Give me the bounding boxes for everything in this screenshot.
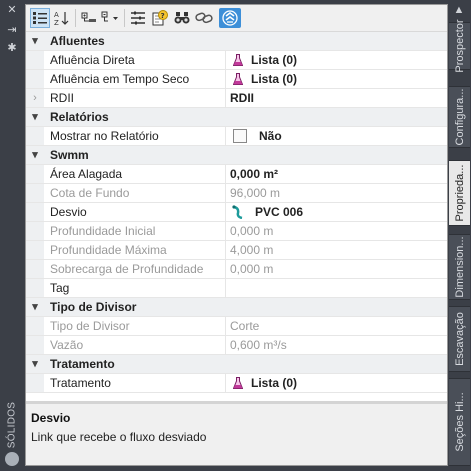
property-name: Tipo de Divisor — [50, 319, 130, 333]
property-value: 0,600 m³/s — [225, 336, 447, 354]
chevron-down-icon[interactable]: ▾ — [26, 146, 44, 164]
binoculars-icon[interactable] — [172, 8, 192, 28]
property-value[interactable]: 0,000 m² — [225, 165, 447, 183]
category-label: Tratamento — [50, 357, 115, 371]
pipe-link-icon — [232, 205, 243, 219]
collapse-all-icon[interactable] — [100, 8, 120, 28]
checkbox[interactable] — [233, 129, 247, 143]
property-row: Profundidade Máxima 4,000 m — [26, 241, 447, 260]
scroll-up-icon[interactable]: ▲ — [452, 4, 466, 16]
svg-text:Z: Z — [54, 19, 59, 26]
property-value: 4,000 m — [225, 241, 447, 259]
property-row: Vazão 0,600 m³/s — [26, 336, 447, 355]
alphabetical-sort-icon[interactable]: AZ — [52, 8, 72, 28]
chevron-down-icon[interactable]: ▾ — [26, 32, 44, 50]
property-name: Profundidade Inicial — [50, 224, 156, 238]
description-panel: Desvio Link que recebe o fluxo desviado — [26, 404, 447, 465]
pin-icon[interactable]: ⇥ — [4, 24, 20, 36]
tab-secoes[interactable]: Seções Hi... — [449, 378, 470, 466]
property-row[interactable]: Desvio PVC 006 — [26, 203, 447, 222]
property-value: 96,000 m — [225, 184, 447, 202]
property-value[interactable]: Lista (0) — [225, 51, 447, 69]
property-row[interactable]: Mostrar no Relatório Não — [26, 127, 447, 146]
property-name: Sobrecarga de Profundidade — [50, 262, 204, 276]
category-afluentes[interactable]: ▾ Afluentes — [26, 32, 447, 51]
category-label: Swmm — [50, 148, 89, 162]
property-list-icon[interactable] — [128, 8, 148, 28]
property-value[interactable]: RDII — [225, 89, 447, 107]
property-grid: ▾ Afluentes Afluência Direta Lista (0) A… — [26, 32, 447, 400]
tab-configuracoes[interactable]: Configura... — [449, 86, 470, 148]
description-text: Link que recebe o fluxo desviado — [31, 430, 207, 444]
svg-text:A: A — [54, 11, 59, 19]
categorized-icon[interactable] — [30, 8, 50, 28]
property-name: Tag — [50, 281, 70, 295]
close-icon[interactable]: ✕ — [4, 4, 20, 16]
property-row[interactable]: Área Alagada 0,000 m² — [26, 165, 447, 184]
property-name: Desvio — [50, 205, 87, 219]
category-swmm[interactable]: ▾ Swmm — [26, 146, 447, 165]
chevron-down-icon[interactable]: ▾ — [26, 298, 44, 316]
property-row[interactable]: › RDII RDII — [26, 89, 447, 108]
property-name: Área Alagada — [50, 167, 123, 181]
category-tipo-divisor[interactable]: ▾ Tipo de Divisor — [26, 298, 447, 317]
help-icon[interactable]: ? — [150, 8, 170, 28]
property-value[interactable]: PVC 006 — [225, 203, 447, 221]
expand-all-icon[interactable] — [79, 8, 99, 28]
chevron-right-icon[interactable]: › — [26, 89, 44, 107]
category-relatorios[interactable]: ▾ Relatórios — [26, 108, 447, 127]
category-label: Relatórios — [50, 110, 109, 124]
property-value[interactable]: Lista (0) — [225, 374, 447, 392]
property-row[interactable]: Tag — [26, 279, 447, 298]
property-value[interactable]: Lista (0) — [225, 70, 447, 88]
category-label: Tipo de Divisor — [50, 300, 137, 314]
property-row[interactable]: Afluência Direta Lista (0) — [26, 51, 447, 70]
property-name: RDII — [50, 91, 74, 105]
property-row[interactable]: Tratamento Lista (0) — [26, 374, 447, 393]
property-value[interactable]: Não — [225, 127, 447, 145]
flask-icon — [233, 377, 243, 389]
property-value: 0,000 m — [225, 260, 447, 278]
property-value: 0,000 m — [225, 222, 447, 240]
svg-text:?: ? — [161, 12, 165, 20]
property-name: Afluência em Tempo Seco — [50, 72, 190, 86]
link-icon[interactable] — [194, 8, 214, 28]
flask-icon — [233, 54, 243, 66]
properties-palette: AZ ? ▾ Afluentes Afluência Direta Lista … — [25, 4, 448, 466]
property-row: Sobrecarga de Profundidade 0,000 m — [26, 260, 447, 279]
right-tab-bar: ▲ Prospector Configura... Proprieda... D… — [448, 0, 471, 471]
toolbar: AZ ? — [26, 5, 447, 32]
property-name: Afluência Direta — [50, 53, 135, 67]
description-title: Desvio — [31, 411, 71, 425]
tab-escavacao[interactable]: Escavação — [449, 306, 470, 372]
left-panel: ✕ ⇥ ✱ SÓLIDOS — [0, 0, 24, 471]
property-row[interactable]: Afluência em Tempo Seco Lista (0) — [26, 70, 447, 89]
chevron-down-icon[interactable]: ▾ — [26, 108, 44, 126]
tab-propriedades[interactable]: Proprieda... — [449, 160, 470, 226]
property-name: Vazão — [50, 338, 84, 352]
app-icon[interactable] — [5, 452, 19, 466]
navigator-icon[interactable] — [219, 8, 241, 28]
property-name: Tratamento — [50, 376, 111, 390]
property-row: Profundidade Inicial 0,000 m — [26, 222, 447, 241]
property-value[interactable] — [225, 279, 447, 297]
panel-title: SÓLIDOS — [6, 401, 18, 449]
property-row: Cota de Fundo 96,000 m — [26, 184, 447, 203]
property-value: Corte — [225, 317, 447, 335]
property-name: Profundidade Máxima — [50, 243, 167, 257]
chevron-down-icon[interactable]: ▾ — [26, 355, 44, 373]
category-tratamento[interactable]: ▾ Tratamento — [26, 355, 447, 374]
property-name: Cota de Fundo — [50, 186, 130, 200]
tab-dimensionamento[interactable]: Dimension... — [449, 234, 470, 300]
settings-icon[interactable]: ✱ — [4, 42, 20, 54]
tab-prospector[interactable]: Prospector — [449, 19, 470, 73]
property-name: Mostrar no Relatório — [50, 129, 159, 143]
flask-icon — [233, 73, 243, 85]
property-row: Tipo de Divisor Corte — [26, 317, 447, 336]
category-label: Afluentes — [50, 34, 105, 48]
